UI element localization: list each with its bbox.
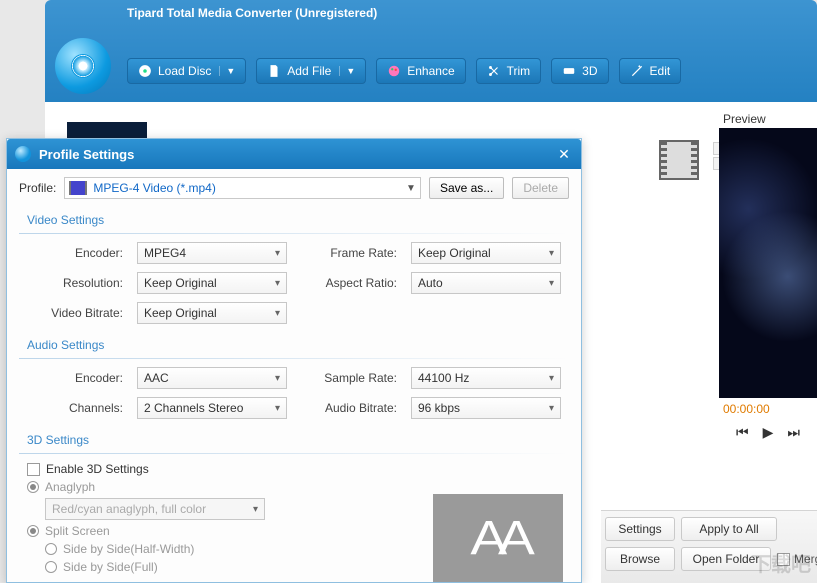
film-icon [69,181,87,195]
split-screen-label: Split Screen [45,524,110,538]
play-controls: ⏮ ▶ ⏭ [719,416,817,441]
radio-icon [45,543,57,555]
preview-label: Preview [719,108,817,128]
video-encoder-select[interactable]: MPEG4 [137,242,287,264]
wand-icon [630,64,644,78]
load-disc-button[interactable]: Load Disc ▼ [127,58,246,84]
channels-label: Channels: [27,401,123,415]
load-disc-label: Load Disc [158,64,211,78]
merge-label: Merge [794,552,817,566]
enhance-button[interactable]: Enhance [376,58,465,84]
save-as-button[interactable]: Save as... [429,177,504,199]
radio-icon [45,561,57,573]
dialog-titlebar[interactable]: Profile Settings ✕ [7,139,581,169]
aspect-ratio-label: Aspect Ratio: [301,276,397,290]
open-folder-button[interactable]: Open Folder [681,547,771,571]
checkbox-icon [27,463,40,476]
video-bitrate-label: Video Bitrate: [27,306,123,320]
palette-icon [387,64,401,78]
output-format-icon[interactable] [659,140,699,180]
sample-rate-select[interactable]: 44100 Hz [411,367,561,389]
app-title: Tipard Total Media Converter (Unregister… [45,0,817,20]
scissors-icon [487,64,501,78]
sample-rate-label: Sample Rate: [301,371,397,385]
dialog-icon [15,146,31,162]
divider [19,358,569,359]
profile-settings-dialog: Profile Settings ✕ Profile: MPEG-4 Video… [6,138,582,583]
close-icon: ✕ [558,146,570,163]
play-button[interactable]: ▶ [763,424,774,441]
enhance-label: Enhance [407,64,454,78]
anaglyph-mode-select: Red/cyan anaglyph, full color [45,498,265,520]
preview-video[interactable] [719,128,817,398]
chevron-down-icon: ▼ [339,66,355,76]
audio-encoder-label: Encoder: [27,371,123,385]
audio-settings-heading: Audio Settings [27,338,569,352]
apply-to-all-button[interactable]: Apply to All [681,517,777,541]
profile-label: Profile: [19,181,56,195]
video-encoder-label: Encoder: [27,246,123,260]
enable-3d-checkbox[interactable]: Enable 3D Settings [27,462,569,476]
settings-button[interactable]: Settings [605,517,675,541]
divider [19,453,569,454]
preview-panel: Preview 00:00:00 ⏮ ▶ ⏭ [719,108,817,426]
add-file-label: Add File [287,64,331,78]
close-button[interactable]: ✕ [555,145,573,163]
channels-select[interactable]: 2 Channels Stereo [137,397,287,419]
app-logo-icon [55,38,111,94]
three-d-icon [562,64,576,78]
bottom-button-bar: Settings Apply to All Browse Open Folder… [601,510,817,583]
audio-encoder-select[interactable]: AAC [137,367,287,389]
three-d-preview-thumbnail: AA [433,494,563,582]
edit-label: Edit [650,64,671,78]
next-button[interactable]: ⏭ [787,424,800,441]
radio-icon [27,525,39,537]
frame-rate-select[interactable]: Keep Original [411,242,561,264]
sbs-full-label: Side by Side(Full) [63,560,158,574]
profile-select[interactable]: MPEG-4 Video (*.mp4) ▼ [64,177,421,199]
file-plus-icon [267,64,281,78]
app-header: Tipard Total Media Converter (Unregister… [45,0,817,102]
three-d-button[interactable]: 3D [551,58,608,84]
frame-rate-label: Frame Rate: [301,246,397,260]
trim-label: Trim [507,64,531,78]
profile-value: MPEG-4 Video (*.mp4) [93,181,216,195]
delete-button: Delete [512,177,569,199]
resolution-label: Resolution: [27,276,123,290]
video-settings-heading: Video Settings [27,213,569,227]
checkbox-icon [777,553,790,566]
main-toolbar: Load Disc ▼ Add File ▼ Enhance Trim 3D E… [127,58,681,84]
prev-button[interactable]: ⏮ [736,424,749,441]
aspect-ratio-select[interactable]: Auto [411,272,561,294]
anaglyph-radio: Anaglyph [27,480,569,494]
enable-3d-label: Enable 3D Settings [46,462,149,476]
three-d-label: 3D [582,64,597,78]
merge-checkbox[interactable]: Merge [777,547,817,571]
resolution-select[interactable]: Keep Original [137,272,287,294]
radio-icon [27,481,39,493]
dialog-title: Profile Settings [39,147,555,162]
preview-timecode: 00:00:00 [719,398,817,416]
audio-bitrate-label: Audio Bitrate: [301,401,397,415]
chevron-down-icon: ▼ [406,183,416,194]
sbs-half-label: Side by Side(Half-Width) [63,542,194,556]
video-bitrate-select[interactable]: Keep Original [137,302,287,324]
chevron-down-icon: ▼ [219,66,235,76]
divider [19,233,569,234]
disc-icon [138,64,152,78]
add-file-button[interactable]: Add File ▼ [256,58,366,84]
three-d-settings-heading: 3D Settings [27,433,569,447]
audio-bitrate-select[interactable]: 96 kbps [411,397,561,419]
edit-button[interactable]: Edit [619,58,682,84]
trim-button[interactable]: Trim [476,58,542,84]
anaglyph-label: Anaglyph [45,480,95,494]
browse-button[interactable]: Browse [605,547,675,571]
